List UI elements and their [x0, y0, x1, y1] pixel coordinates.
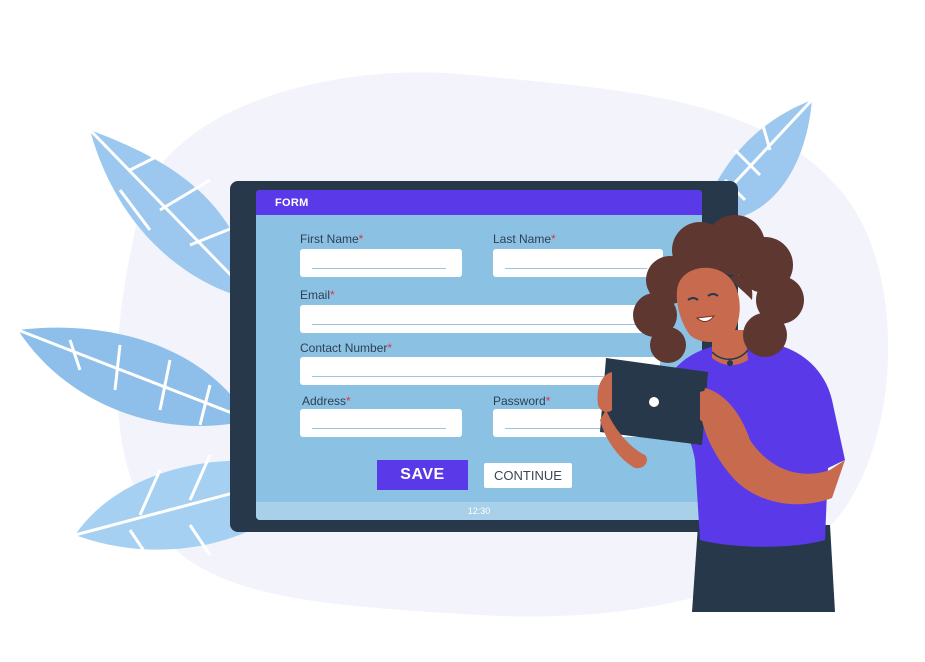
woman-left-hand — [597, 372, 612, 413]
woman-face — [676, 267, 740, 342]
illustration-scene: FORM First Name* Last Name* Email* Conta… — [0, 0, 925, 662]
woman-figure — [597, 215, 845, 612]
